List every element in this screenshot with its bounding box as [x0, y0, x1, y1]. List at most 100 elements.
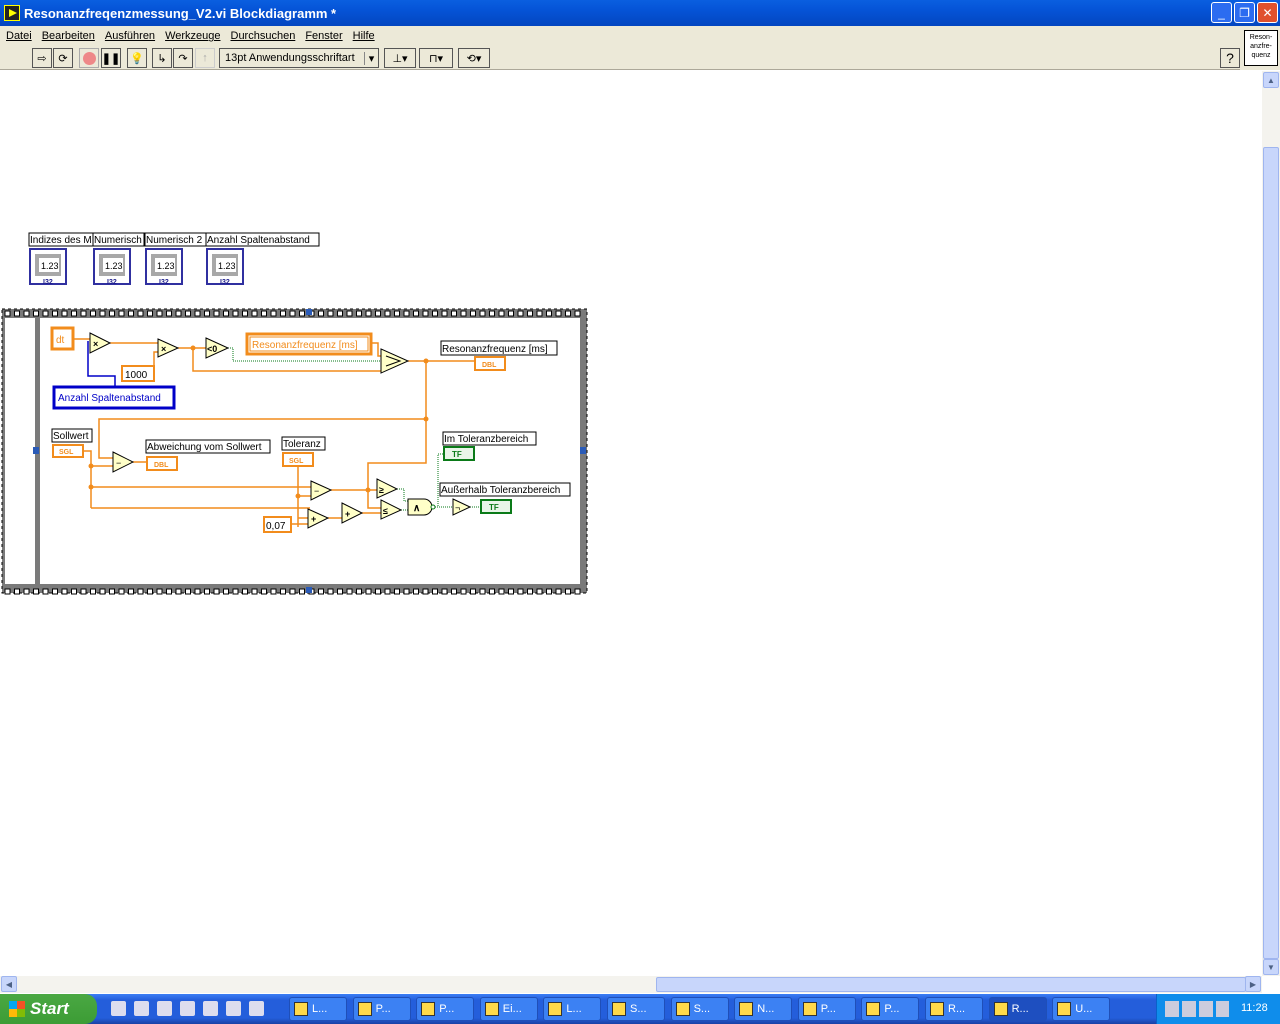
loop-border-mark: [270, 588, 277, 595]
step-over-button[interactable]: ↷: [173, 48, 193, 68]
taskbar-button[interactable]: L...: [543, 997, 602, 1021]
menu-hilfe[interactable]: Hilfe: [353, 30, 375, 42]
loop-border-mark: [470, 310, 476, 317]
loop-border-mark: [42, 588, 49, 595]
block-diagram-canvas[interactable]: Indizes des M 1.23 I32 Numerisch 1.23 I3…: [0, 71, 1262, 976]
loop-border-mark: [4, 310, 11, 317]
taskbar-button[interactable]: P...: [416, 997, 475, 1021]
loop-border-mark: [479, 310, 486, 317]
taskbar-button[interactable]: P...: [352, 997, 411, 1021]
loop-border-mark: [479, 588, 486, 595]
menu-durchsuchen[interactable]: Durchsuchen: [231, 30, 296, 42]
app-icon: [548, 1002, 563, 1016]
quicklaunch-icon[interactable]: [203, 1001, 218, 1016]
loop-border-mark: [517, 588, 524, 595]
loop-border-mark: [413, 310, 419, 317]
menu-bearbeiten[interactable]: Bearbeiten: [42, 30, 95, 42]
minimize-button[interactable]: _: [1211, 2, 1232, 23]
highlight-execution-button[interactable]: 💡: [127, 48, 147, 68]
loop-border-mark: [109, 310, 115, 317]
quicklaunch-icon[interactable]: [157, 1001, 172, 1016]
loop-border-mark: [156, 310, 163, 317]
step-out-button[interactable]: ↑: [195, 48, 215, 68]
taskbar-button-label: P...: [439, 1003, 455, 1015]
tray-icons[interactable]: [1165, 1001, 1229, 1017]
scroll-up-arrow[interactable]: ▲: [1263, 72, 1279, 88]
loop-border-mark: [175, 588, 182, 595]
dt-constant[interactable]: dt: [50, 326, 75, 351]
taskbar-button[interactable]: R...: [925, 997, 983, 1021]
indicator-label: Abweichung vom Sollwert: [147, 442, 262, 453]
local-variable-label: Resonanzfrequenz [ms]: [252, 340, 358, 351]
loop-border-mark: [555, 310, 562, 317]
font-select-value: 13pt Anwendungsschriftart: [225, 52, 355, 64]
control-terminal[interactable]: Numerisch 2 1.23 I32: [144, 232, 207, 286]
menu-fenster[interactable]: Fenster: [305, 30, 342, 42]
menu-datei[interactable]: Datei: [6, 30, 32, 42]
resonanzfrequenz-local-variable[interactable]: Resonanzfrequenz [ms]: [245, 332, 373, 356]
start-button[interactable]: Start: [0, 994, 97, 1024]
loop-border-mark: [14, 588, 20, 595]
taskbar-button[interactable]: Ei...: [479, 997, 538, 1021]
taskbar-button[interactable]: R...: [988, 997, 1047, 1021]
loop-border-mark: [536, 588, 543, 595]
anzahl-spaltenabstand-local[interactable]: Anzahl Spaltenabstand: [52, 385, 176, 410]
toolbar: ⇨ ⟳ ❚❚ 💡 ↳ ↷ ↑ 13pt Anwendungsschriftart…: [0, 46, 1240, 70]
quicklaunch-icon[interactable]: [180, 1001, 195, 1016]
quicklaunch-icon[interactable]: [226, 1001, 241, 1016]
indicator-label: Außerhalb Toleranzbereich: [441, 485, 560, 496]
distribute-objects-button[interactable]: ⊓▾: [419, 48, 453, 68]
step-into-button[interactable]: ↳: [152, 48, 172, 68]
control-terminal[interactable]: Indizes des M 1.23 I32: [28, 232, 96, 286]
constant-1000[interactable]: 1000: [121, 365, 155, 382]
loop-border-mark: [299, 310, 305, 317]
menu-ausfuehren[interactable]: Ausführen: [105, 30, 155, 42]
reorder-button[interactable]: ⟲▾: [458, 48, 490, 68]
close-button[interactable]: ✕: [1257, 2, 1278, 23]
taskbar-button[interactable]: P...: [861, 997, 920, 1021]
anzahl-label: Anzahl Spaltenabstand: [58, 393, 161, 404]
taskbar-button[interactable]: U...: [1052, 997, 1111, 1021]
constant-007[interactable]: 0,07: [263, 516, 292, 533]
scroll-down-arrow[interactable]: ▼: [1263, 959, 1279, 975]
taskbar-button-label: S...: [693, 1003, 711, 1015]
vertical-scrollbar[interactable]: ▲ ▼: [1262, 71, 1280, 976]
loop-border-mark: [574, 310, 581, 317]
run-continuously-button[interactable]: ⟳: [53, 48, 73, 68]
app-icon: [294, 1002, 308, 1016]
control-value: 1.23: [218, 261, 236, 271]
quicklaunch-icon[interactable]: [111, 1001, 126, 1016]
font-select[interactable]: 13pt Anwendungsschriftart ▾: [219, 48, 379, 68]
maximize-button[interactable]: ❐: [1234, 2, 1255, 23]
loop-border-mark: [90, 310, 96, 317]
taskbar-button-label: R...: [1011, 1003, 1029, 1015]
vi-icon[interactable]: Reson-anzfre-quenz: [1244, 30, 1278, 66]
loop-border-mark: [232, 588, 239, 595]
quicklaunch-icon[interactable]: [249, 1001, 264, 1016]
abort-button[interactable]: [79, 48, 99, 68]
menu-werkzeuge[interactable]: Werkzeuge: [165, 30, 220, 42]
control-terminal[interactable]: Anzahl Spaltenabstand 1.23 I32: [205, 232, 320, 286]
taskbar-button[interactable]: P...: [797, 997, 856, 1021]
scroll-left-arrow[interactable]: ◀: [1, 976, 17, 992]
pause-button[interactable]: ❚❚: [101, 48, 121, 68]
start-label: Start: [30, 999, 69, 1018]
taskbar-button[interactable]: N...: [734, 997, 793, 1021]
vertical-scroll-thumb[interactable]: [1263, 147, 1279, 959]
horizontal-scroll-thumb[interactable]: [656, 977, 1246, 992]
taskbar-button[interactable]: L...: [289, 997, 347, 1021]
align-objects-button[interactable]: ⊥▾: [384, 48, 416, 68]
scroll-right-arrow[interactable]: ▶: [1245, 976, 1261, 992]
horizontal-scrollbar[interactable]: ◀ ▶: [0, 976, 1262, 993]
run-button[interactable]: ⇨: [32, 48, 52, 68]
loop-border-mark: [422, 310, 429, 317]
clock: 11:28: [1241, 1002, 1268, 1014]
help-button[interactable]: ?: [1220, 48, 1240, 68]
control-terminal[interactable]: Numerisch 1.23 I32: [92, 232, 145, 286]
taskbar-button-label: P...: [884, 1003, 900, 1015]
quicklaunch-icon[interactable]: [134, 1001, 149, 1016]
taskbar-button[interactable]: S...: [607, 997, 665, 1021]
loop-border-mark: [365, 588, 372, 595]
taskbar-button[interactable]: S...: [670, 997, 729, 1021]
loop-border-mark: [109, 588, 115, 595]
